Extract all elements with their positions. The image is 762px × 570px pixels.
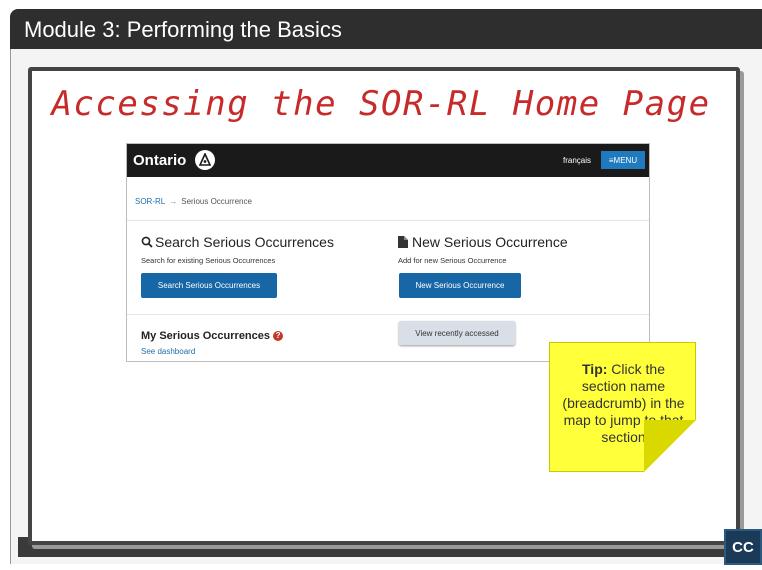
- document-icon: [398, 236, 408, 248]
- tip-label: Tip:: [582, 361, 608, 377]
- search-section-title-row: Search Serious Occurrences: [141, 234, 334, 250]
- module-title: Module 3: Performing the Basics: [24, 17, 342, 42]
- new-serious-occurrence-button[interactable]: New Serious Occurrence: [399, 273, 521, 298]
- search-section-description: Search for existing Serious Occurrences: [141, 256, 276, 265]
- ontario-header: Ontario français ≡MENU: [127, 144, 649, 177]
- breadcrumb-current: Serious Occurrence: [181, 197, 252, 206]
- sor-rl-home-screenshot: Ontario français ≡MENU SOR-RL → Serious Oc…: [126, 143, 650, 362]
- menu-button[interactable]: ≡MENU: [601, 151, 645, 169]
- tip-sticky-note: Tip: Click the section name (breadcrumb)…: [549, 342, 696, 472]
- search-icon: [141, 236, 153, 248]
- new-section-title-row: New Serious Occurrence: [398, 234, 568, 250]
- closed-captions-button[interactable]: CC: [724, 529, 762, 565]
- help-icon[interactable]: ?: [273, 331, 284, 341]
- module-title-bar: Module 3: Performing the Basics: [10, 9, 762, 49]
- new-section-title: New Serious Occurrence: [412, 234, 568, 250]
- search-serious-occurrences-button[interactable]: Search Serious Occurrences: [141, 273, 277, 298]
- new-section-description: Add for new Serious Occurrence: [398, 256, 507, 265]
- breadcrumb-separator: →: [169, 197, 178, 206]
- my-occurrences-title: My Serious Occurrences: [141, 330, 271, 342]
- my-occurrences-title-row: My Serious Occurrences?: [141, 330, 284, 342]
- tip-page-curl: [644, 420, 696, 472]
- ontario-logo: Ontario: [133, 152, 187, 169]
- trillium-icon: [195, 150, 215, 170]
- slide-heading: Accessing the SOR-RL Home Page: [51, 84, 711, 124]
- search-section-title: Search Serious Occurrences: [155, 234, 334, 250]
- view-recently-accessed-button[interactable]: View recently accessed: [399, 321, 515, 345]
- breadcrumb-home-link[interactable]: SOR-RL: [135, 197, 165, 206]
- see-dashboard-link[interactable]: See dashboard: [141, 347, 195, 356]
- breadcrumb: SOR-RL → Serious Occurrence: [135, 197, 252, 206]
- divider: [127, 314, 649, 315]
- language-link[interactable]: français: [563, 156, 591, 165]
- divider: [127, 220, 649, 221]
